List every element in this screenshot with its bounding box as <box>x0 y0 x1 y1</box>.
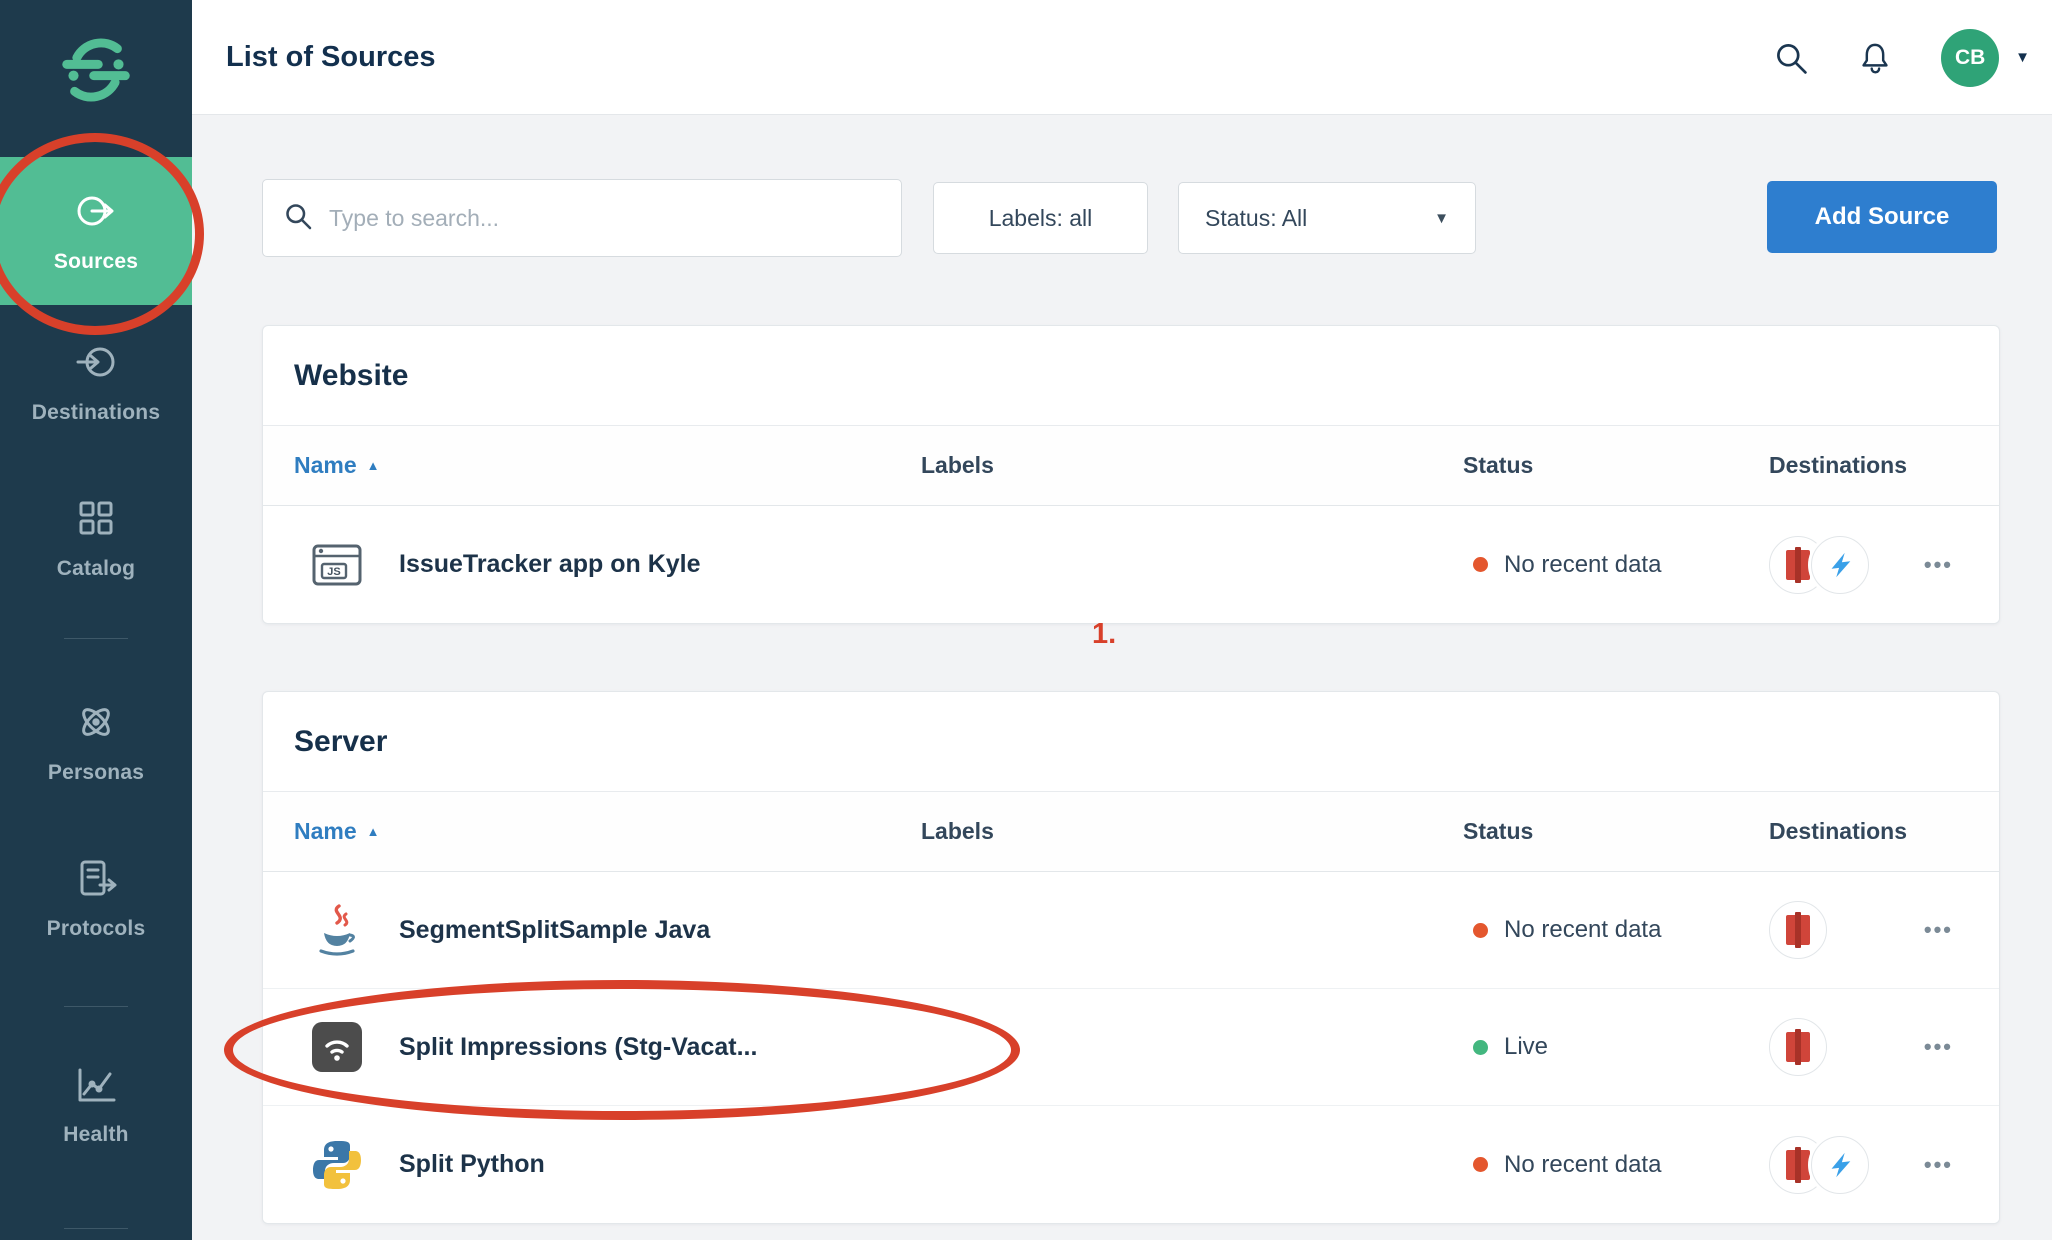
redshift-destination-icon[interactable] <box>1769 1018 1827 1076</box>
chevron-down-icon: ▼ <box>1434 210 1449 227</box>
column-header-name[interactable]: Name ▲ <box>263 818 921 845</box>
sidebar-item-label: Health <box>63 1123 128 1147</box>
notifications-bell-icon[interactable] <box>1857 40 1893 76</box>
status-dot <box>1473 1157 1488 1172</box>
column-header-name[interactable]: Name ▲ <box>263 452 921 479</box>
sidebar-item-label: Sources <box>54 250 138 274</box>
sources-icon <box>74 189 118 238</box>
sidebar-divider <box>64 1006 128 1007</box>
table-row[interactable]: JS IssueTracker app on Kyle No recent da… <box>263 506 1999 623</box>
split-source-icon <box>309 1019 365 1075</box>
avatar[interactable]: CB <box>1941 29 1999 87</box>
segment-logo-icon[interactable] <box>0 34 192 106</box>
sort-asc-icon: ▲ <box>367 458 380 473</box>
table-row[interactable]: Split Impressions (Stg-Vacat... Live ••• <box>263 989 1999 1106</box>
status-text: No recent data <box>1504 916 1661 944</box>
status-text: No recent data <box>1504 1151 1661 1179</box>
topbar-actions: CB ▼ <box>1773 0 2030 115</box>
search-input-icon <box>283 201 313 236</box>
sidebar-item-catalog[interactable]: Catalog <box>0 496 192 581</box>
destinations-cell: ••• <box>1769 1136 1999 1194</box>
source-search <box>262 179 902 257</box>
status-dot <box>1473 1040 1488 1055</box>
row-menu-icon[interactable]: ••• <box>1924 1034 1953 1060</box>
account-menu[interactable]: CB ▼ <box>1941 29 2030 87</box>
source-name: Split Python <box>399 1150 545 1179</box>
source-name: Split Impressions (Stg-Vacat... <box>399 1033 757 1062</box>
sidebar-divider <box>64 638 128 639</box>
status-text: No recent data <box>1504 551 1661 579</box>
table-header: Name ▲ Labels Status Destinations <box>263 792 1999 872</box>
source-name: IssueTracker app on Kyle <box>399 550 701 579</box>
column-header-destinations: Destinations <box>1769 452 1999 479</box>
destinations-cell: ••• <box>1769 536 1999 594</box>
sidebar-item-sources[interactable]: Sources <box>0 157 192 305</box>
sidebar: Sources Destinations Catalog <box>0 0 192 1240</box>
sidebar-item-label: Protocols <box>47 917 146 941</box>
website-section-card: Website Name ▲ Labels Status Destination… <box>262 325 2000 624</box>
row-menu-icon[interactable]: ••• <box>1924 1152 1953 1178</box>
top-bar: List of Sources CB ▼ <box>192 0 2052 115</box>
section-title-website: Website <box>263 326 1999 426</box>
status-dot <box>1473 923 1488 938</box>
labels-filter-button[interactable]: Labels: all <box>933 182 1148 254</box>
sidebar-item-label: Catalog <box>57 557 135 581</box>
row-menu-icon[interactable]: ••• <box>1924 917 1953 943</box>
row-menu-icon[interactable]: ••• <box>1924 552 1953 578</box>
page-title: List of Sources <box>226 0 436 115</box>
column-header-destinations: Destinations <box>1769 818 1999 845</box>
add-source-button[interactable]: Add Source <box>1767 181 1997 253</box>
sidebar-item-destinations[interactable]: Destinations <box>0 340 192 425</box>
java-source-icon <box>309 902 365 958</box>
column-header-status: Status <box>1463 452 1769 479</box>
table-row[interactable]: Split Python No recent data ••• <box>263 1106 1999 1223</box>
redshift-destination-icon[interactable] <box>1769 901 1827 959</box>
chevron-down-icon[interactable]: ▼ <box>2015 49 2030 66</box>
status-filter-label: Status: All <box>1205 205 1307 232</box>
javascript-source-icon: JS <box>309 537 365 593</box>
sidebar-item-personas[interactable]: Personas <box>0 700 192 785</box>
source-name: SegmentSplitSample Java <box>399 916 710 945</box>
protocols-icon <box>74 856 118 905</box>
status-cell: No recent data <box>1463 916 1769 944</box>
status-cell: No recent data <box>1463 1151 1769 1179</box>
sort-asc-icon: ▲ <box>367 824 380 839</box>
status-dot <box>1473 557 1488 572</box>
health-icon <box>74 1062 118 1111</box>
search-input[interactable] <box>329 205 881 232</box>
destinations-cell: ••• <box>1769 901 1999 959</box>
column-header-labels: Labels <box>921 818 1463 845</box>
status-filter-select[interactable]: Status: All ▼ <box>1178 182 1476 254</box>
sidebar-divider <box>64 1228 128 1229</box>
sidebar-item-health[interactable]: Health <box>0 1062 192 1147</box>
status-cell: No recent data <box>1463 551 1769 579</box>
python-source-icon <box>309 1137 365 1193</box>
section-title-server: Server <box>263 692 1999 792</box>
destinations-icon <box>74 340 118 389</box>
search-icon[interactable] <box>1773 40 1809 76</box>
sidebar-item-label: Destinations <box>32 401 160 425</box>
personas-icon <box>74 700 118 749</box>
blue-connector-destination-icon[interactable] <box>1811 1136 1869 1194</box>
status-cell: Live <box>1463 1033 1769 1061</box>
status-text: Live <box>1504 1033 1548 1061</box>
destinations-cell: ••• <box>1769 1018 1999 1076</box>
table-header: Name ▲ Labels Status Destinations <box>263 426 1999 506</box>
column-header-status: Status <box>1463 818 1769 845</box>
catalog-icon <box>74 496 118 545</box>
table-row[interactable]: SegmentSplitSample Java No recent data •… <box>263 872 1999 989</box>
column-header-labels: Labels <box>921 452 1463 479</box>
server-section-card: Server Name ▲ Labels Status Destinations… <box>262 691 2000 1224</box>
labels-filter-label: Labels: all <box>989 205 1093 232</box>
sidebar-item-protocols[interactable]: Protocols <box>0 856 192 941</box>
svg-text:JS: JS <box>327 566 340 578</box>
sidebar-item-label: Personas <box>48 761 144 785</box>
blue-connector-destination-icon[interactable] <box>1811 536 1869 594</box>
